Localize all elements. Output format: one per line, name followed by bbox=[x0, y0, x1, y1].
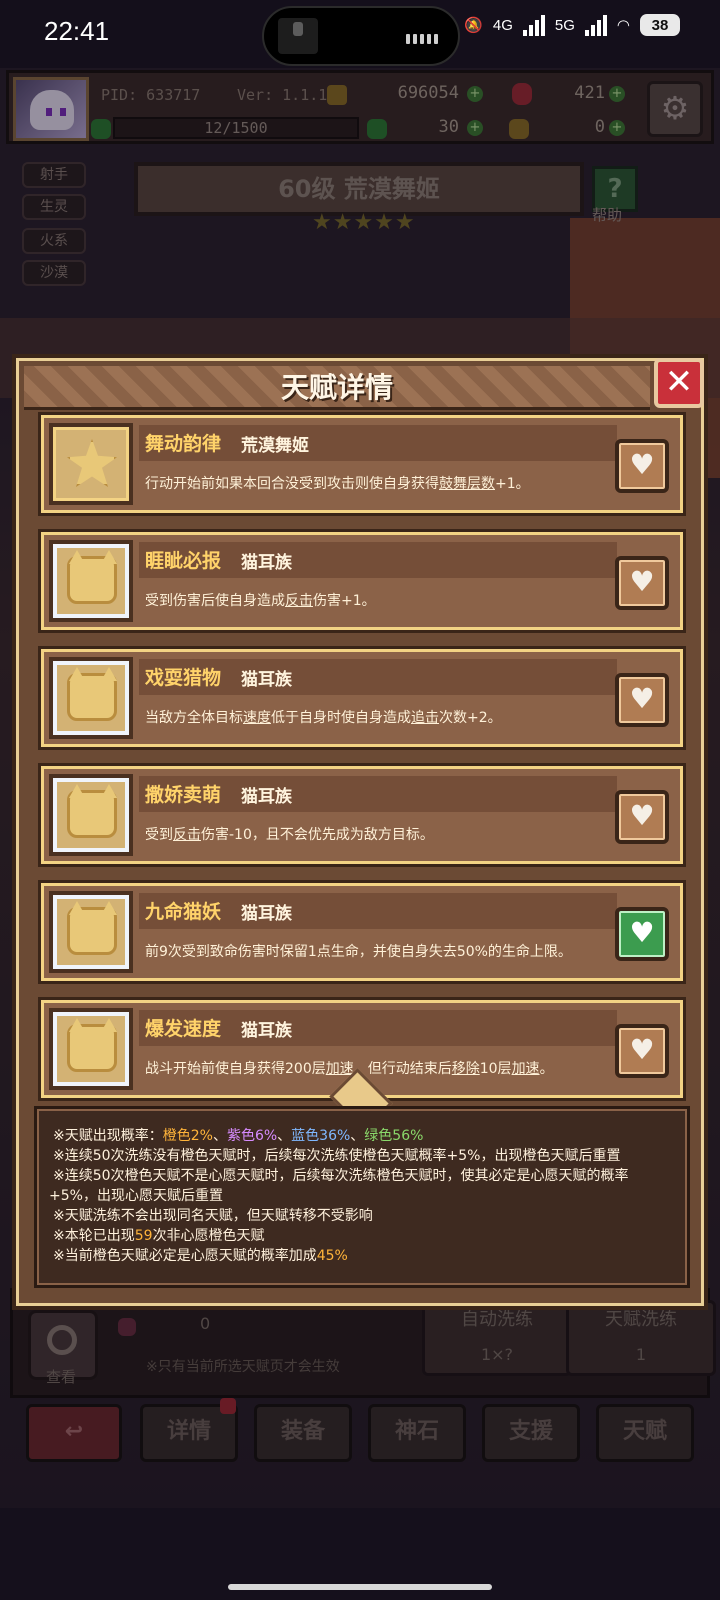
wifi-icon: ◠ bbox=[616, 17, 630, 34]
system-icons: 🔕 4G 5G ◠ 38 bbox=[464, 14, 680, 36]
note-no-duplicates: ※天赋洗练不会出现同名天赋，但天赋转移不受影响 bbox=[53, 1208, 373, 1224]
star-badge-icon bbox=[49, 423, 133, 505]
keyword-link: 速度 bbox=[243, 710, 271, 726]
cat-face-icon bbox=[49, 774, 133, 856]
talent-name: 撒娇卖萌 bbox=[145, 784, 222, 806]
keyword-link: 追击 bbox=[411, 710, 439, 726]
talent-description: 受到伤害后使自身造成反击伤害+1。 bbox=[145, 593, 376, 609]
talent-card[interactable]: 撒娇卖萌 猫耳族受到反击伤害-10，且不会优先成为敌方目标。 ♥ bbox=[38, 763, 686, 867]
media-thumbnail bbox=[278, 18, 318, 54]
talent-tribe: 猫耳族 bbox=[241, 553, 292, 573]
net-5g: 5G bbox=[554, 16, 575, 34]
mute-icon: 🔕 bbox=[464, 17, 483, 34]
keyword-link: 反击 bbox=[285, 593, 313, 609]
wish-heart-icon[interactable]: ♥ bbox=[615, 1024, 669, 1078]
talent-notes: ※天赋出现概率：橙色2%、紫色6%、蓝色36%、绿色56% ※连续50次洗练没有… bbox=[34, 1106, 690, 1288]
dynamic-island bbox=[262, 6, 460, 66]
modal-header: 天赋详情 bbox=[24, 366, 650, 410]
talent-name: 舞动韵律 bbox=[145, 433, 222, 455]
talent-description: 受到反击伤害-10，且不会优先成为敌方目标。 bbox=[145, 827, 434, 843]
note-round-count: ※本轮已出现59次非心愿橙色天赋 bbox=[53, 1228, 265, 1244]
keyword-link: 加速 bbox=[511, 1061, 540, 1077]
signal-icon-2 bbox=[584, 14, 607, 36]
audio-wave-icon bbox=[406, 34, 440, 44]
talent-card[interactable]: 九命猫妖 猫耳族前9次受到致命伤害时保留1点生命，并使自身失去50%的生命上限。 ♥ bbox=[38, 880, 686, 984]
talent-tribe: 荒漠舞姬 bbox=[241, 436, 309, 456]
talent-description: 当敌方全体目标速度低于自身时使自身造成追击次数+2。 bbox=[145, 710, 502, 726]
keyword-link: 移除 bbox=[451, 1061, 480, 1077]
note-wish-pity-cont: +5%，出现心愿天赋后重置 bbox=[49, 1188, 223, 1204]
cat-face-icon bbox=[49, 1008, 133, 1090]
note-wish-pity: ※连续50次橙色天赋不是心愿天赋时，后续每次洗练橙色天赋时，使其必定是心愿天赋的… bbox=[53, 1168, 629, 1184]
talent-description: 行动开始前如果本回合没受到攻击则使自身获得鼓舞层数+1。 bbox=[145, 476, 530, 492]
wish-heart-icon-active[interactable]: ♥ bbox=[615, 907, 669, 961]
talent-details-modal: 天赋详情 ✕ 舞动韵律 荒漠舞姬行动开始前如果本回合没受到攻击则使自身获得鼓舞层数… bbox=[12, 354, 708, 1310]
talent-name: 九命猫妖 bbox=[145, 901, 222, 923]
talent-card[interactable]: 戏耍猎物 猫耳族当敌方全体目标速度低于自身时使自身造成追击次数+2。 ♥ bbox=[38, 646, 686, 750]
talent-tribe: 猫耳族 bbox=[241, 787, 292, 807]
wish-heart-icon[interactable]: ♥ bbox=[615, 790, 669, 844]
talent-tribe: 猫耳族 bbox=[241, 904, 292, 924]
talent-tribe: 猫耳族 bbox=[241, 670, 292, 690]
net-4g: 4G bbox=[492, 16, 513, 34]
talent-description: 前9次受到致命伤害时保留1点生命，并使自身失去50%的生命上限。 bbox=[145, 944, 572, 960]
clock: 22:41 bbox=[44, 16, 110, 46]
status-bar: 22:41 🔕 4G 5G ◠ 38 bbox=[0, 0, 720, 68]
cat-face-icon bbox=[49, 657, 133, 739]
talent-card[interactable]: 睚眦必报 猫耳族受到伤害后使自身造成反击伤害+1。 ♥ bbox=[38, 529, 686, 633]
cat-face-icon bbox=[49, 891, 133, 973]
talent-name: 睚眦必报 bbox=[145, 550, 222, 572]
keyword-link: 鼓舞层数 bbox=[439, 476, 495, 492]
talent-tribe: 猫耳族 bbox=[241, 1021, 292, 1041]
signal-icon bbox=[522, 14, 545, 36]
modal-title: 天赋详情 bbox=[280, 371, 393, 404]
close-button[interactable]: ✕ bbox=[654, 358, 704, 408]
wish-heart-icon[interactable]: ♥ bbox=[615, 556, 669, 610]
note-bonus: ※当前橙色天赋必定是心愿天赋的概率加成45% bbox=[53, 1248, 348, 1264]
keyword-link: 反击 bbox=[173, 827, 201, 843]
wish-heart-icon[interactable]: ♥ bbox=[615, 673, 669, 727]
talent-name: 戏耍猎物 bbox=[145, 667, 222, 689]
home-indicator[interactable] bbox=[228, 1584, 492, 1590]
talent-name: 爆发速度 bbox=[145, 1018, 222, 1040]
talent-card[interactable]: 舞动韵律 荒漠舞姬行动开始前如果本回合没受到攻击则使自身获得鼓舞层数+1。 ♥ bbox=[38, 412, 686, 516]
wish-heart-icon[interactable]: ♥ bbox=[615, 439, 669, 493]
note-rates: ※天赋出现概率：橙色2%、紫色6%、蓝色36%、绿色56% bbox=[53, 1128, 424, 1144]
battery-icon: 38 bbox=[640, 14, 680, 36]
cat-face-icon bbox=[49, 540, 133, 622]
note-orange-pity: ※连续50次洗练没有橙色天赋时，后续每次洗练使橙色天赋概率+5%，出现橙色天赋后… bbox=[53, 1148, 621, 1164]
